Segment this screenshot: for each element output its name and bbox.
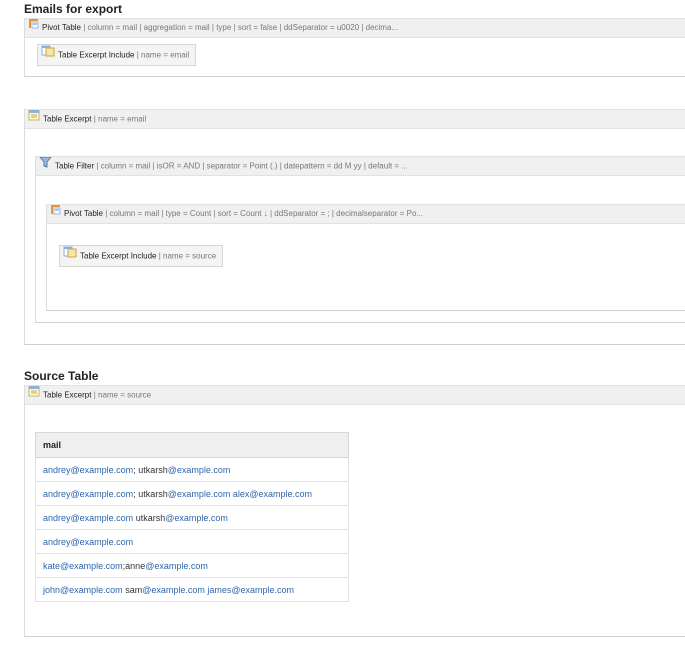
email-link[interactable]: @example.com bbox=[168, 465, 231, 475]
macro-params: | column = mail | type = Count | sort = … bbox=[103, 209, 424, 219]
cell-text: utkarsh bbox=[138, 464, 168, 475]
table-row: andrey@example.com utkarsh@example.com bbox=[35, 505, 349, 530]
email-link[interactable]: alex@example.com bbox=[233, 489, 312, 499]
cell-text: sam bbox=[122, 584, 143, 595]
mail-cell: andrey@example.com; utkarsh@example.com … bbox=[35, 481, 349, 506]
macro-params: | column = mail | aggregation = mail | t… bbox=[81, 23, 399, 33]
email-link[interactable]: andrey@example.com bbox=[43, 537, 133, 547]
table-row: john@example.com sam@example.com james@e… bbox=[35, 577, 349, 602]
email-link[interactable]: @example.com bbox=[168, 489, 231, 499]
pivot-table-macro[interactable]: Pivot Table | column = mail | type = Cou… bbox=[46, 204, 685, 311]
mail-cell: andrey@example.com utkarsh@example.com bbox=[35, 505, 349, 530]
email-link[interactable]: andrey@example.com bbox=[43, 489, 133, 499]
pivot-table-macro[interactable]: Pivot Table | column = mail | aggregatio… bbox=[24, 18, 685, 77]
email-link[interactable]: @example.com bbox=[142, 585, 205, 595]
macro-params: | name = source bbox=[156, 251, 217, 261]
pivot-table-icon bbox=[50, 205, 61, 222]
macro-name: Table Excerpt bbox=[43, 114, 92, 124]
macro-params: | name = email bbox=[134, 50, 190, 60]
table-excerpt-include-icon bbox=[41, 44, 55, 65]
table-filter-macro[interactable]: Table Filter | column = mail | isOR = AN… bbox=[35, 156, 685, 323]
macro-name: Table Excerpt Include bbox=[58, 50, 135, 60]
source-table: mail andrey@example.com; utkarsh@example… bbox=[35, 432, 349, 602]
table-row: kate@example.com;anne@example.com bbox=[35, 553, 349, 578]
table-excerpt-icon bbox=[28, 110, 40, 128]
email-link[interactable]: james@example.com bbox=[207, 585, 294, 595]
macro-name: Table Excerpt Include bbox=[80, 251, 157, 261]
mail-cell: andrey@example.com bbox=[35, 529, 349, 554]
mail-cell: kate@example.com;anne@example.com bbox=[35, 553, 349, 578]
pivot-table-macro-header[interactable]: Pivot Table | column = mail | type = Cou… bbox=[47, 204, 685, 224]
table-filter-macro-header[interactable]: Table Filter | column = mail | isOR = AN… bbox=[36, 156, 685, 176]
table-excerpt-include-icon bbox=[63, 245, 77, 266]
macro-name: Pivot Table bbox=[64, 209, 103, 219]
funnel-filter-icon bbox=[39, 157, 52, 175]
macro-params: | column = mail | isOR = AND | separator… bbox=[94, 161, 408, 171]
table-excerpt-macro-header[interactable]: Table Excerpt | name = source bbox=[25, 385, 685, 405]
pivot-table-macro-header[interactable]: Pivot Table | column = mail | aggregatio… bbox=[25, 18, 685, 38]
table-excerpt-macro-header[interactable]: Table Excerpt | name = email bbox=[25, 109, 685, 129]
cell-text: ; utkarsh bbox=[133, 488, 168, 499]
macro-params: | name = source bbox=[91, 390, 152, 400]
mail-cell: john@example.com sam@example.com james@e… bbox=[35, 577, 349, 602]
table-excerpt-include-macro[interactable]: Table Excerpt Include | name = email bbox=[37, 44, 197, 66]
table-excerpt-macro[interactable]: Table Excerpt | name = email Table Filte… bbox=[24, 109, 685, 345]
macro-name: Pivot Table bbox=[42, 23, 81, 33]
table-row: andrey@example.com bbox=[35, 529, 349, 554]
mail-cell: andrey@example.com; utkarsh@example.com bbox=[35, 457, 349, 482]
macro-name: Table Filter bbox=[55, 161, 95, 171]
email-link[interactable]: @example.com bbox=[165, 513, 228, 523]
email-link[interactable]: andrey@example.com bbox=[43, 513, 133, 523]
column-header-mail[interactable]: mail bbox=[35, 432, 349, 458]
table-row: andrey@example.com; utkarsh@example.com bbox=[35, 457, 349, 482]
email-link[interactable]: @example.com bbox=[145, 561, 208, 571]
macro-params: | name = email bbox=[91, 114, 147, 124]
email-link[interactable]: john@example.com bbox=[43, 585, 123, 595]
email-link[interactable]: andrey@example.com bbox=[43, 465, 133, 475]
table-excerpt-include-macro[interactable]: Table Excerpt Include | name = source bbox=[59, 245, 224, 267]
cell-text: utkarsh bbox=[133, 512, 166, 523]
email-link[interactable]: kate@example.com bbox=[43, 561, 123, 571]
section-title-emails-for-export: Emails for export bbox=[24, 2, 123, 16]
table-row: andrey@example.com; utkarsh@example.com … bbox=[35, 481, 349, 506]
macro-name: Table Excerpt bbox=[43, 390, 92, 400]
table-excerpt-icon bbox=[28, 386, 40, 404]
pivot-table-icon bbox=[28, 19, 39, 36]
cell-text: ;anne bbox=[122, 560, 146, 571]
section-title-source-table: Source Table bbox=[24, 369, 99, 383]
